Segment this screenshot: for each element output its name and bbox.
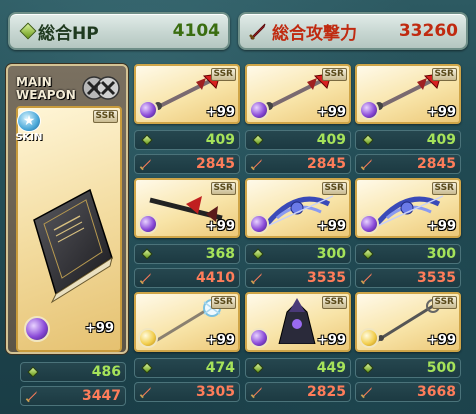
- hp-icon: [362, 134, 374, 146]
- sword-icon: [139, 273, 151, 285]
- light-element-icon: [138, 328, 158, 348]
- hp-icon: [252, 362, 264, 374]
- main-weapon-hp: 486: [20, 362, 126, 382]
- hp-icon: [362, 362, 374, 374]
- weapon-level: +99: [317, 219, 346, 234]
- weapon-level: +99: [427, 219, 456, 234]
- weapon-hp: 368: [134, 244, 240, 264]
- dark-element-icon: [249, 100, 269, 120]
- weapon-hp: 409: [245, 130, 351, 150]
- weapon-atk: 2845: [355, 154, 461, 174]
- dark-element-icon: [249, 328, 269, 348]
- star-icon: ★: [17, 110, 41, 132]
- sword-icon: [25, 391, 37, 403]
- total-attack-bar: 総合攻撃力 33260: [238, 12, 468, 50]
- weapon-hp: 449: [245, 358, 351, 378]
- sword-icon: [139, 387, 151, 399]
- sword-icon: [250, 159, 262, 171]
- main-weapon-atk: 3447: [20, 386, 126, 406]
- weapon-card[interactable]: SSR +99: [134, 178, 240, 238]
- weapon-card[interactable]: SSR +99: [245, 64, 351, 124]
- weapon-card[interactable]: SSR +99: [355, 178, 461, 238]
- hp-icon: [141, 362, 153, 374]
- weapon-hp: 409: [355, 130, 461, 150]
- light-element-icon: [359, 328, 379, 348]
- hp-icon: [141, 248, 153, 260]
- dark-element-icon: [24, 316, 50, 342]
- rarity-badge: SSR: [431, 68, 457, 81]
- main-weapon-slot[interactable]: SSR +99 MAIN WEAPON ★ SKIN: [6, 64, 128, 354]
- hp-icon: [252, 134, 264, 146]
- sword-icon: [139, 159, 151, 171]
- rarity-badge: SSR: [431, 182, 457, 195]
- dark-element-icon: [138, 100, 158, 120]
- hp-icon: [141, 134, 153, 146]
- weapon-hp: 409: [134, 130, 240, 150]
- crossed-swords-icon: [82, 76, 120, 100]
- rarity-badge: SSR: [92, 110, 118, 123]
- weapon-hp: 500: [355, 358, 461, 378]
- total-hp-value: 4104: [172, 21, 220, 41]
- weapon-card[interactable]: SSR +99: [134, 64, 240, 124]
- dark-element-icon: [359, 214, 379, 234]
- weapon-level: +99: [317, 333, 346, 348]
- rarity-badge: SSR: [210, 68, 236, 81]
- main-weapon-label: MAIN WEAPON: [12, 70, 124, 106]
- hp-icon: [19, 22, 37, 40]
- weapon-card[interactable]: SSR +99: [134, 292, 240, 352]
- weapon-atk: 3535: [355, 268, 461, 288]
- weapon-card[interactable]: SSR +99: [355, 64, 461, 124]
- dark-element-icon: [138, 214, 158, 234]
- total-attack-value: 33260: [398, 21, 458, 41]
- skin-button[interactable]: ★ SKIN: [14, 110, 44, 144]
- rarity-badge: SSR: [210, 182, 236, 195]
- weapon-atk: 2845: [134, 154, 240, 174]
- weapon-level: +99: [206, 333, 235, 348]
- weapon-atk: 3305: [134, 382, 240, 402]
- weapon-card[interactable]: SSR +99: [245, 178, 351, 238]
- rarity-badge: SSR: [431, 296, 457, 309]
- dark-element-icon: [249, 214, 269, 234]
- weapon-atk: 2845: [245, 154, 351, 174]
- hp-icon: [252, 248, 264, 260]
- rarity-badge: SSR: [321, 296, 347, 309]
- weapon-atk: 3668: [355, 382, 461, 402]
- rarity-badge: SSR: [321, 68, 347, 81]
- sword-icon: [250, 273, 262, 285]
- weapon-atk: 4410: [134, 268, 240, 288]
- weapon-hp: 300: [245, 244, 351, 264]
- hp-icon: [27, 366, 39, 378]
- weapon-hp: 474: [134, 358, 240, 378]
- sword-icon: [360, 387, 372, 399]
- sword-icon: [249, 23, 266, 40]
- rarity-badge: SSR: [210, 296, 236, 309]
- weapon-level: +99: [427, 333, 456, 348]
- weapon-atk: 3535: [245, 268, 351, 288]
- sword-icon: [250, 387, 262, 399]
- weapon-level: +99: [206, 105, 235, 120]
- hp-icon: [362, 248, 374, 260]
- dark-element-icon: [359, 100, 379, 120]
- weapon-level: +99: [427, 105, 456, 120]
- sword-icon: [360, 273, 372, 285]
- sword-icon: [360, 159, 372, 171]
- weapon-level: +99: [317, 105, 346, 120]
- weapon-card[interactable]: SSR +99: [245, 292, 351, 352]
- weapon-hp: 300: [355, 244, 461, 264]
- total-hp-bar: 総合HP 4104: [8, 12, 230, 50]
- weapon-atk: 2825: [245, 382, 351, 402]
- weapon-level: +99: [206, 219, 235, 234]
- weapon-level: +99: [85, 321, 114, 336]
- rarity-badge: SSR: [321, 182, 347, 195]
- grimoire-icon: [33, 188, 113, 304]
- total-attack-label: 総合攻撃力: [272, 23, 357, 44]
- total-hp-label: 総合HP: [38, 23, 99, 44]
- weapon-card[interactable]: SSR +99: [355, 292, 461, 352]
